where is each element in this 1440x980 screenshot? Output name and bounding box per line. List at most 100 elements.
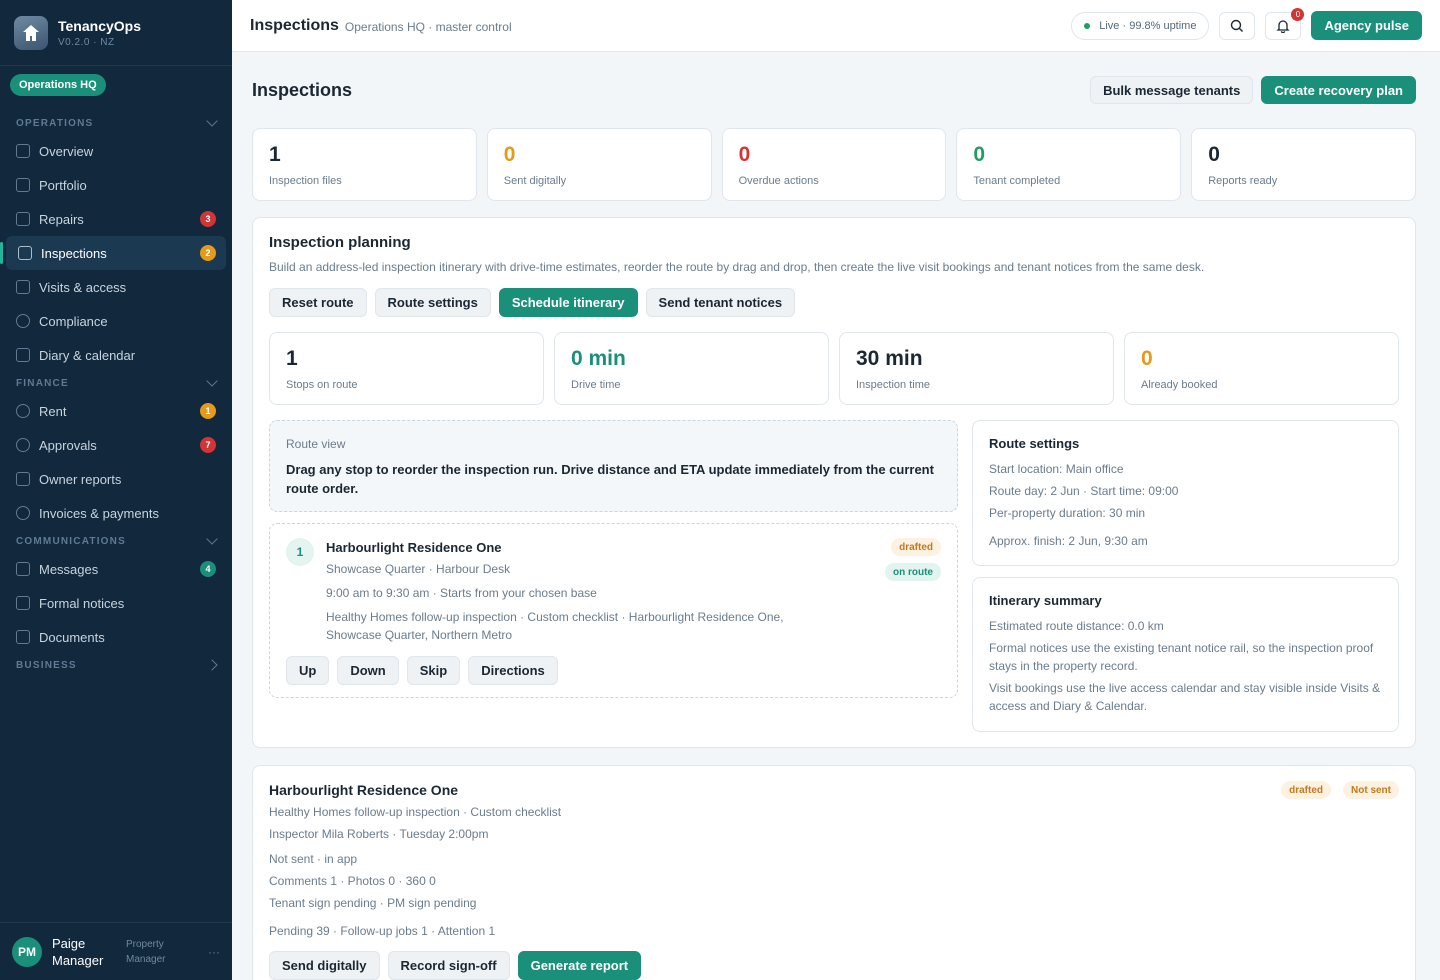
- status-dot-icon: [1084, 22, 1091, 29]
- route-settings-button[interactable]: Route settings: [374, 288, 491, 317]
- metric-value: 1: [286, 347, 298, 370]
- route-distance: Estimated route distance: 0.0 km: [989, 619, 1164, 633]
- avatar: PM: [12, 936, 42, 967]
- create-recovery-plan-button[interactable]: Create recovery plan: [1261, 76, 1416, 104]
- route-day: Route day: 2 Jun · Start time: 09:00: [989, 484, 1179, 498]
- notifications-button[interactable]: 0: [1265, 7, 1305, 40]
- on-route-badge: on route: [885, 563, 941, 581]
- chevron-down-icon: [206, 533, 218, 545]
- calendar-icon: [16, 348, 30, 362]
- org-switcher[interactable]: Operations HQ: [10, 74, 106, 96]
- sidebar-item-label: Formal notices: [39, 595, 125, 611]
- sidebar-item-formal-notices[interactable]: Formal notices: [0, 586, 232, 620]
- approx-finish: Approx. finish: 2 Jun, 9:30 am: [989, 534, 1148, 548]
- shield-icon: [16, 314, 30, 328]
- wrench-icon: [16, 212, 30, 226]
- route-view: Route view Drag any stop to reorder the …: [269, 420, 958, 512]
- stat-label: Inspection files: [269, 175, 342, 187]
- sidebar-item-label: Invoices & payments: [39, 505, 159, 521]
- stat-value: 0: [973, 143, 986, 166]
- chevron-down-icon: [206, 115, 218, 127]
- stat-card: 1 Inspection files: [252, 128, 477, 201]
- uptime-status: Live · 99.8% uptime: [1071, 11, 1210, 40]
- move-up-button[interactable]: Up: [286, 656, 330, 685]
- main-content: Inspections Bulk message tenants Create …: [252, 52, 1416, 980]
- record-sign-off-button[interactable]: Record sign-off: [387, 951, 510, 980]
- count-badge: 4: [200, 561, 216, 577]
- send-tenant-notices-button[interactable]: Send tenant notices: [645, 288, 796, 317]
- route-view-text: Drag any stop to reorder the inspection …: [286, 462, 934, 496]
- top-title: Inspections: [250, 16, 339, 34]
- page-actions: Bulk message tenants Create recovery pla…: [1090, 76, 1416, 104]
- check-circle-icon: [16, 438, 30, 452]
- bulk-message-button[interactable]: Bulk message tenants: [1090, 76, 1254, 104]
- sidebar-item-visits[interactable]: Visits & access: [0, 270, 232, 304]
- stop-number: 1: [286, 538, 314, 566]
- skip-button[interactable]: Skip: [406, 656, 461, 685]
- bar-chart-icon: [16, 472, 30, 486]
- document-icon: [16, 596, 30, 610]
- notification-count: 0: [1291, 7, 1305, 21]
- sidebar-item-label: Messages: [39, 561, 99, 577]
- calendar-icon: [16, 280, 30, 294]
- sidebar-item-label: Diary & calendar: [39, 347, 136, 363]
- sidebar-item-invoices[interactable]: Invoices & payments: [0, 496, 232, 530]
- home-icon: [16, 144, 30, 158]
- inspection-record-card: Harbourlight Residence One drafted Not s…: [252, 765, 1416, 980]
- planning-description: Build an address-led inspection itinerar…: [269, 260, 1205, 274]
- count-badge: 3: [200, 211, 216, 227]
- search-icon: [1231, 19, 1244, 32]
- route-settings-title: Route settings: [989, 436, 1080, 451]
- sidebar-item-approvals[interactable]: Approvals 7: [0, 428, 232, 462]
- chevron-down-icon: [206, 375, 218, 387]
- generate-report-button[interactable]: Generate report: [517, 951, 642, 980]
- stat-card: 0 Tenant completed: [956, 128, 1182, 201]
- more-icon[interactable]: ···: [208, 945, 220, 959]
- sidebar-item-owner-reports[interactable]: Owner reports: [0, 462, 232, 496]
- sidebar-item-label: Overview: [39, 143, 94, 159]
- section-finance[interactable]: FINANCE: [0, 372, 232, 394]
- send-digitally-button[interactable]: Send digitally: [269, 951, 380, 980]
- stat-card: 0 Overdue actions: [721, 128, 947, 201]
- stat-label: Reports ready: [1208, 175, 1278, 187]
- stat-value: 1: [269, 143, 281, 166]
- directions-button[interactable]: Directions: [468, 656, 558, 685]
- section-operations[interactable]: OPERATIONS: [0, 112, 232, 134]
- schedule-itinerary-button[interactable]: Schedule itinerary: [498, 288, 638, 317]
- sidebar-item-rent[interactable]: Rent 1: [0, 394, 232, 428]
- route-stop[interactable]: 1 drafted on route Harbourlight Residenc…: [269, 523, 958, 698]
- sidebar-item-label: Inspections: [41, 245, 107, 261]
- sidebar-item-portfolio[interactable]: Portfolio: [0, 168, 232, 202]
- summary-stats: 1 Inspection files 0 Sent digitally 0 Overd…: [252, 128, 1416, 201]
- metric-value: 0: [1141, 347, 1153, 370]
- sidebar-item-overview[interactable]: Overview: [0, 134, 232, 168]
- agency-pulse-button[interactable]: Agency pulse: [1311, 11, 1422, 40]
- brand: TenancyOps V0.2.0 · NZ: [0, 0, 232, 66]
- section-communications[interactable]: COMMUNICATIONS: [0, 530, 232, 552]
- sidebar-item-label: Visits & access: [39, 279, 127, 295]
- metric-label: Drive time: [571, 379, 621, 391]
- reset-route-button[interactable]: Reset route: [269, 288, 367, 317]
- metric-label: Stops on route: [286, 379, 358, 391]
- section-title: BUSINESS: [16, 659, 77, 671]
- user-profile[interactable]: PM Paige Manager Property Manager ···: [0, 922, 232, 980]
- sidebar-item-inspections[interactable]: Inspections 2: [0, 236, 226, 270]
- move-down-button[interactable]: Down: [337, 656, 399, 685]
- brand-version: V0.2.0 · NZ: [58, 36, 115, 48]
- section-business[interactable]: BUSINESS: [0, 654, 232, 676]
- sidebar-item-repairs[interactable]: Repairs 3: [0, 202, 232, 236]
- sidebar-item-label: Compliance: [39, 313, 108, 329]
- sidebar-item-documents[interactable]: Documents: [0, 620, 232, 654]
- drafted-badge: drafted: [891, 538, 941, 556]
- dollar-icon: [16, 404, 30, 418]
- per-property-duration: Per-property duration: 30 min: [989, 506, 1146, 520]
- sidebar-item-compliance[interactable]: Compliance: [0, 304, 232, 338]
- route-side-panels: Route settings Start location: Main offi…: [972, 420, 1399, 732]
- sidebar: TenancyOps V0.2.0 · NZ Operations HQ OPE…: [0, 0, 232, 980]
- sidebar-item-diary[interactable]: Diary & calendar: [0, 338, 232, 372]
- uptime-text: Live · 99.8% uptime: [1099, 19, 1197, 32]
- sidebar-item-messages[interactable]: Messages 4: [0, 552, 232, 586]
- record-title: Harbourlight Residence One: [269, 782, 459, 798]
- sidebar-item-label: Repairs: [39, 211, 84, 227]
- search-button[interactable]: [1219, 11, 1256, 40]
